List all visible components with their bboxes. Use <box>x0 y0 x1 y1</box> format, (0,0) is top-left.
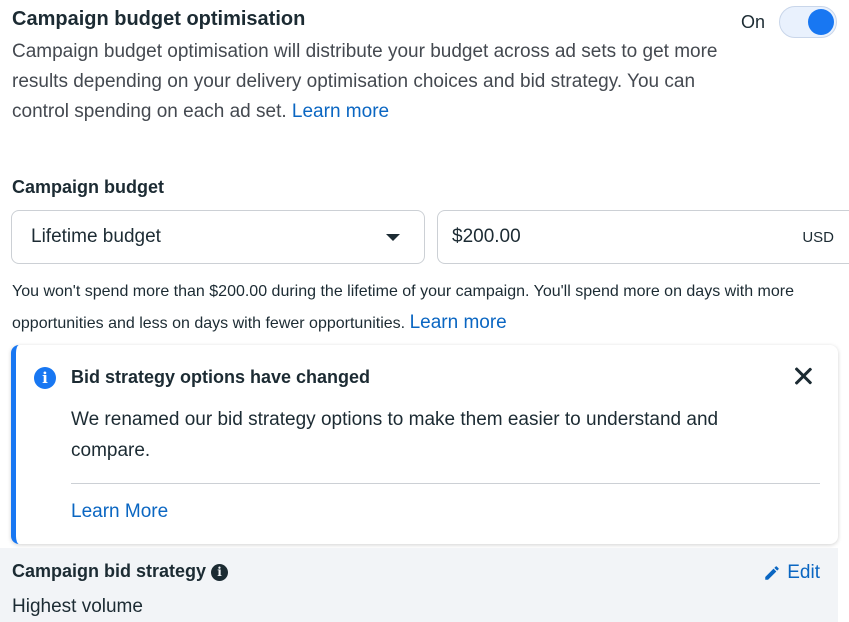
bid-strategy-title-text: Campaign bid strategy <box>12 561 207 581</box>
campaign-budget-label: Campaign budget <box>12 177 164 197</box>
budget-note-text: You won't spend more than $200.00 during… <box>12 283 794 332</box>
pencil-icon <box>765 566 780 580</box>
bid-strategy-notice: i Bid strategy options have changed We r… <box>11 345 838 544</box>
currency-label: USD <box>802 229 834 246</box>
edit-button[interactable]: Edit <box>763 562 820 584</box>
cbo-toggle-group: On <box>741 6 837 38</box>
cbo-toggle-label: On <box>740 11 765 32</box>
budget-learn-more-link[interactable]: Learn more <box>410 312 507 333</box>
bid-strategy-section: Campaign bid strategy i Highest volume Ed… <box>0 548 838 622</box>
cbo-title: Campaign budget optimisation <box>12 8 306 30</box>
budget-type-select[interactable]: Lifetime budget <box>11 210 425 264</box>
budget-note: You won't spend more than $200.00 during… <box>12 276 832 339</box>
bid-strategy-value: Highest volume <box>12 596 143 617</box>
budget-amount-input[interactable]: $200.00 USD <box>437 210 849 264</box>
edit-label: Edit <box>787 562 820 583</box>
campaign-budget-panel: Campaign budget optimisation On Campaign… <box>0 0 849 622</box>
info-icon[interactable]: i <box>211 564 229 581</box>
close-icon[interactable] <box>790 363 816 389</box>
info-icon: i <box>34 367 56 389</box>
cbo-learn-more-link[interactable]: Learn more <box>292 101 389 122</box>
toggle-knob <box>808 9 834 35</box>
notice-divider <box>71 483 820 484</box>
notice-body: We renamed our bid strategy options to m… <box>71 409 719 461</box>
caret-down-icon <box>386 234 400 241</box>
bid-strategy-title: Campaign bid strategy i <box>12 561 229 582</box>
cbo-toggle-switch[interactable] <box>779 6 837 38</box>
budget-amount-value: $200.00 <box>452 226 521 247</box>
cbo-description: Campaign budget optimisation will distri… <box>12 37 732 127</box>
notice-title: Bid strategy options have changed <box>71 367 371 387</box>
notice-learn-more-link[interactable]: Learn More <box>71 501 168 523</box>
budget-type-value: Lifetime budget <box>31 226 161 247</box>
